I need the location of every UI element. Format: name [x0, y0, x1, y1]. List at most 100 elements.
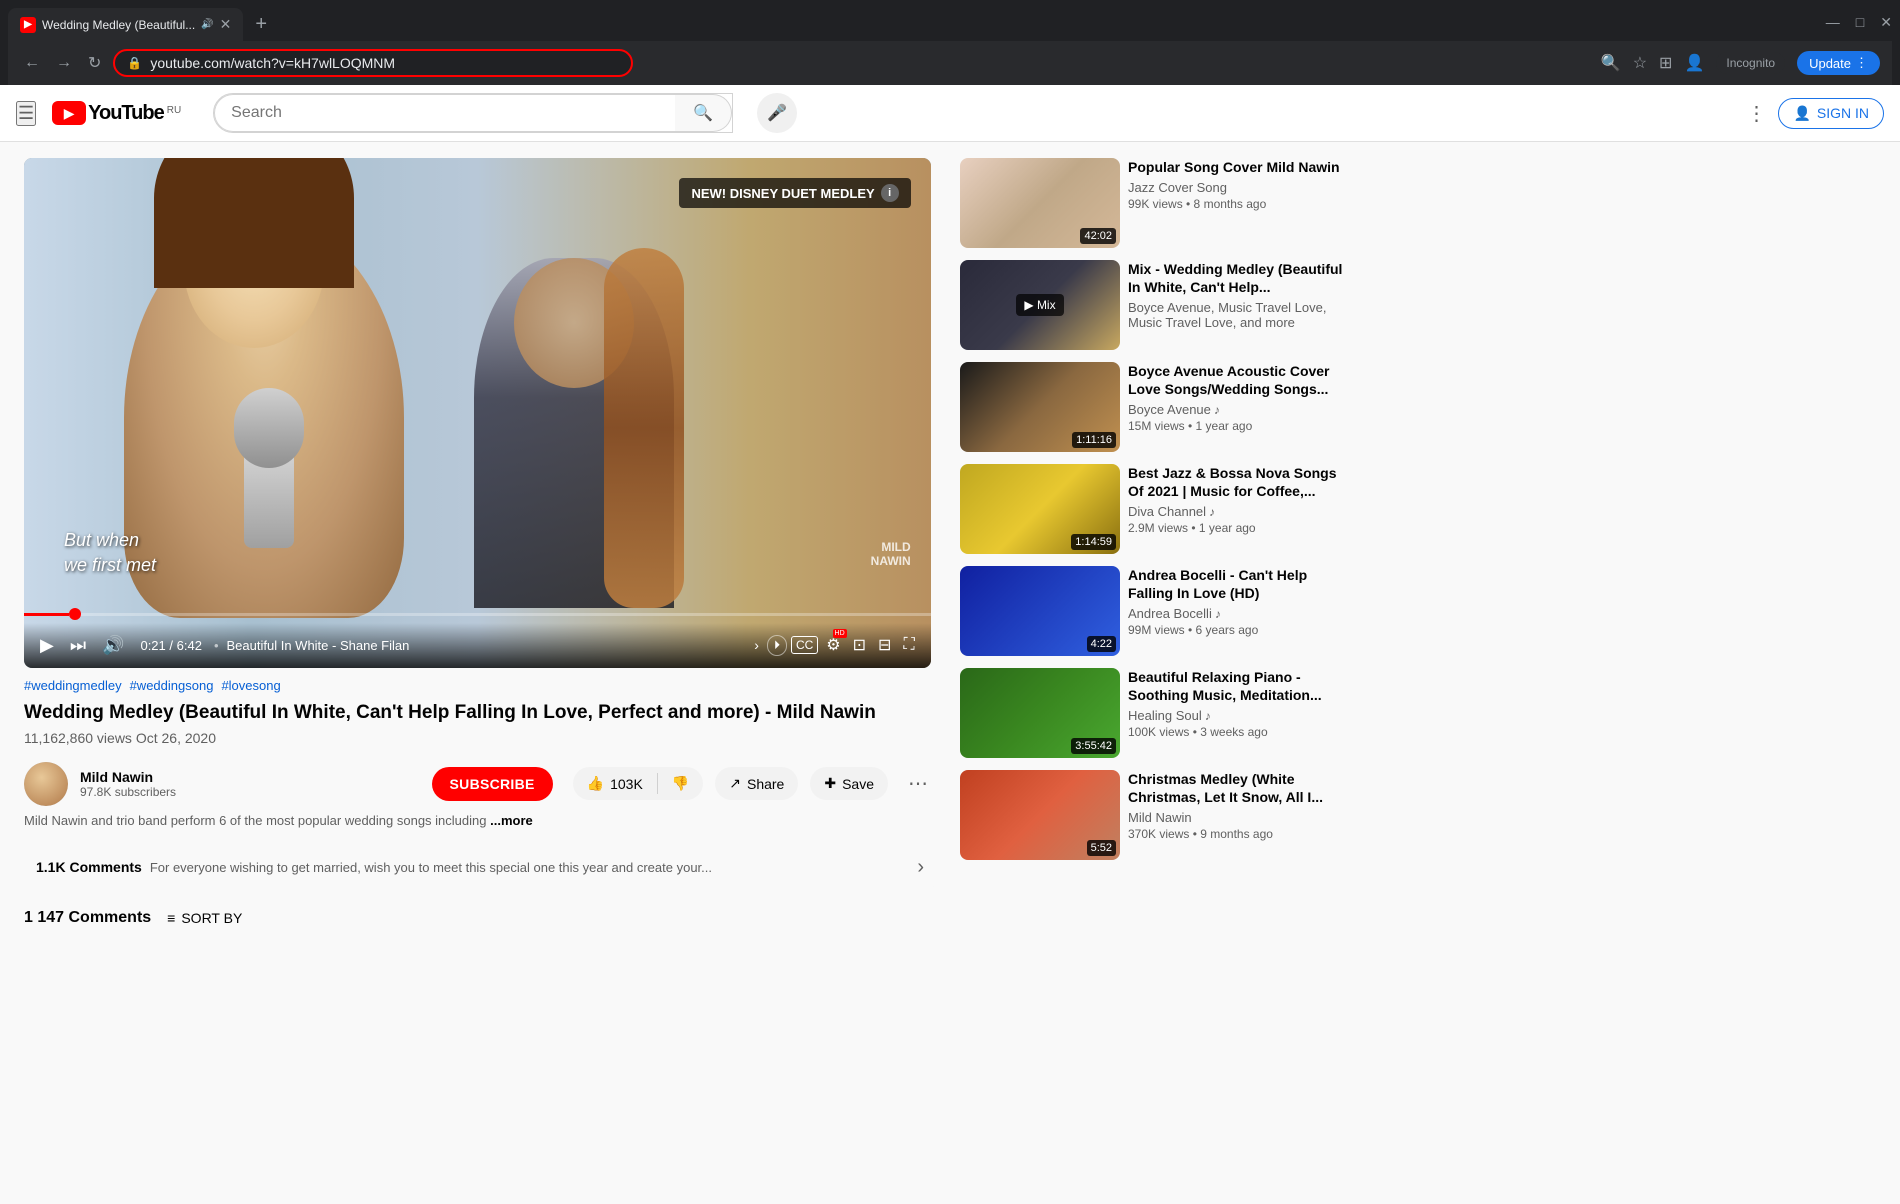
video-duration: 4:22 [1087, 636, 1116, 652]
sidebar-video-item[interactable]: 4:22 Andrea Bocelli - Can't Help Falling… [960, 566, 1344, 656]
hashtag-lovesong[interactable]: #lovesong [221, 678, 280, 693]
menu-button[interactable]: ☰ [16, 101, 36, 126]
search-bar: 🔍 [213, 93, 733, 133]
search-button[interactable]: 🔍 [675, 94, 732, 132]
share-icon: ↗ [729, 775, 741, 792]
subtitles-button[interactable]: CC [791, 636, 818, 654]
sidebar-video-item[interactable]: 3:55:42 Beautiful Relaxing Piano - Sooth… [960, 668, 1344, 758]
update-label: Update [1809, 56, 1851, 71]
address-bar-input[interactable] [150, 55, 619, 71]
sidebar-video-info: Mix - Wedding Medley (Beautiful In White… [1128, 260, 1344, 350]
tab-audio-icon: 🔊 [201, 19, 213, 30]
sidebar-video-meta: 2.9M views • 1 year ago [1128, 521, 1344, 535]
video-player[interactable]: NEW! DISNEY DUET MEDLEY i But when we fi… [24, 158, 931, 668]
hashtag-weddingsong[interactable]: #weddingsong [130, 678, 214, 693]
back-button[interactable]: ← [20, 50, 44, 76]
sidebar-video-meta: 99M views • 6 years ago [1128, 623, 1344, 637]
channel-subs: 97.8K subscribers [80, 785, 420, 799]
subscribe-button[interactable]: SUBSCRIBE [432, 767, 553, 801]
main-content: NEW! DISNEY DUET MEDLEY i But when we fi… [0, 142, 1900, 1204]
miniplayer-button[interactable]: ⊡ [849, 631, 870, 659]
share-label: Share [747, 776, 784, 792]
profile-icon[interactable]: 👤 [1684, 53, 1704, 73]
forward-button[interactable]: → [52, 50, 76, 76]
fullscreen-button[interactable]: ⛶ [899, 632, 918, 658]
theater-button[interactable]: ⊟ [874, 631, 895, 659]
sidebar-video-item[interactable]: ▶ Mix Mix - Wedding Medley (Beautiful In… [960, 260, 1344, 350]
bookmark-icon[interactable]: ☆ [1633, 53, 1647, 73]
sort-by-button[interactable]: ≡ SORT BY [167, 910, 242, 926]
extensions-icon[interactable]: ⊞ [1659, 53, 1672, 73]
comments-preview-row[interactable]: 1.1K Comments For everyone wishing to ge… [24, 846, 936, 889]
sidebar-thumbnail: 4:22 [960, 566, 1120, 656]
chapter-next-icon[interactable]: › [754, 637, 759, 653]
volume-button[interactable]: 🔊 [98, 631, 128, 660]
play-button[interactable]: ▶ [36, 631, 58, 660]
channel-row: Mild Nawin 97.8K subscribers SUBSCRIBE 👍… [24, 762, 936, 806]
incognito-badge: Incognito [1716, 52, 1785, 74]
verified-icon: ♪ [1205, 709, 1211, 723]
sidebar-video-item[interactable]: 5:52 Christmas Medley (White Christmas, … [960, 770, 1344, 860]
win-close-icon[interactable]: ✕ [1880, 14, 1892, 31]
video-watermark: MILD NAWIN [871, 540, 911, 568]
refresh-button[interactable]: ↻ [84, 49, 105, 77]
video-hashtags: #weddingmedley #weddingsong #lovesong [24, 678, 936, 693]
comments-arrow-icon: › [917, 856, 924, 879]
sidebar-video-item[interactable]: 1:14:59 Best Jazz & Bossa Nova Songs Of … [960, 464, 1344, 554]
time-separator-dot: • [214, 638, 219, 653]
verified-icon: ♪ [1215, 607, 1221, 621]
sidebar-thumbnail: 3:55:42 [960, 668, 1120, 758]
youtube-logo[interactable]: ▶ YouTube RU [52, 101, 181, 125]
tab-close-button[interactable]: ✕ [220, 16, 232, 33]
hashtag-weddingmedley[interactable]: #weddingmedley [24, 678, 122, 693]
channel-name[interactable]: Mild Nawin [80, 769, 420, 785]
verified-icon: ♪ [1209, 505, 1215, 519]
sidebar-video-item[interactable]: 42:02 Popular Song Cover Mild Nawin Jazz… [960, 158, 1344, 248]
dislike-button[interactable]: 👎 [658, 767, 703, 800]
sidebar-video-item[interactable]: 1:11:16 Boyce Avenue Acoustic Cover Love… [960, 362, 1344, 452]
video-title: Wedding Medley (Beautiful In White, Can'… [24, 701, 936, 726]
comments-preview-text: For everyone wishing to get married, wis… [150, 860, 918, 875]
next-button[interactable]: ⏭ [66, 631, 90, 660]
youtube-logo-text: YouTube [88, 102, 164, 125]
autoplay-toggle[interactable]: ⏵ [767, 635, 787, 656]
more-link[interactable]: ...more [490, 813, 533, 828]
video-duration: 1:14:59 [1071, 534, 1116, 550]
sidebar-video-info: Popular Song Cover Mild Nawin Jazz Cover… [1128, 158, 1344, 248]
sidebar-video-info: Beautiful Relaxing Piano - Soothing Musi… [1128, 668, 1344, 758]
time-current: 0:21 [140, 638, 165, 653]
active-tab[interactable]: ▶ Wedding Medley (Beautiful... 🔊 ✕ [8, 8, 243, 41]
youtube-header: ☰ ▶ YouTube RU 🔍 🎤 ⋮ 👤 SIGN IN [0, 85, 1900, 142]
save-button[interactable]: ✚ Save [810, 767, 888, 800]
browser-search-icon[interactable]: 🔍 [1601, 53, 1621, 73]
sidebar-video-info: Christmas Medley (White Christmas, Let I… [1128, 770, 1344, 860]
sidebar-channel-name: Andrea Bocelli ♪ [1128, 606, 1344, 621]
mic-button[interactable]: 🎤 [757, 93, 797, 133]
sidebar: 42:02 Popular Song Cover Mild Nawin Jazz… [960, 142, 1360, 1204]
lock-icon: 🔒 [127, 56, 142, 70]
win-maximize-icon[interactable]: □ [1856, 14, 1864, 31]
video-progress-bar[interactable] [24, 613, 931, 616]
controls-right: ⏵ CC ⚙ HD ⊡ ⊟ ⛶ [767, 631, 919, 659]
settings-button[interactable]: ⚙ HD [822, 631, 844, 659]
share-button[interactable]: ↗ Share [715, 767, 798, 800]
channel-avatar [24, 762, 68, 806]
video-duration: 5:52 [1087, 840, 1116, 856]
sidebar-channel-name: Jazz Cover Song [1128, 180, 1344, 195]
video-duration: 1:11:16 [1072, 432, 1116, 448]
video-duration: 3:55:42 [1071, 738, 1116, 754]
more-actions-button[interactable]: ⋯ [900, 767, 936, 800]
sidebar-thumbnail: 5:52 [960, 770, 1120, 860]
sidebar-channel-name: Boyce Avenue, Music Travel Love, Music T… [1128, 300, 1344, 330]
search-input[interactable] [214, 94, 675, 132]
sidebar-video-info: Best Jazz & Bossa Nova Songs Of 2021 | M… [1128, 464, 1344, 554]
new-tab-button[interactable]: + [247, 9, 275, 40]
sign-in-button[interactable]: 👤 SIGN IN [1778, 98, 1884, 129]
video-area: NEW! DISNEY DUET MEDLEY i But when we fi… [0, 142, 960, 1204]
like-button[interactable]: 👍 103K [573, 767, 657, 800]
update-button[interactable]: Update ⋮ [1797, 51, 1880, 75]
sidebar-video-title: Andrea Bocelli - Can't Help Falling In L… [1128, 566, 1344, 602]
address-bar-container[interactable]: 🔒 [113, 49, 633, 77]
win-minimize-icon[interactable]: — [1826, 14, 1840, 31]
more-options-button[interactable]: ⋮ [1746, 101, 1766, 126]
